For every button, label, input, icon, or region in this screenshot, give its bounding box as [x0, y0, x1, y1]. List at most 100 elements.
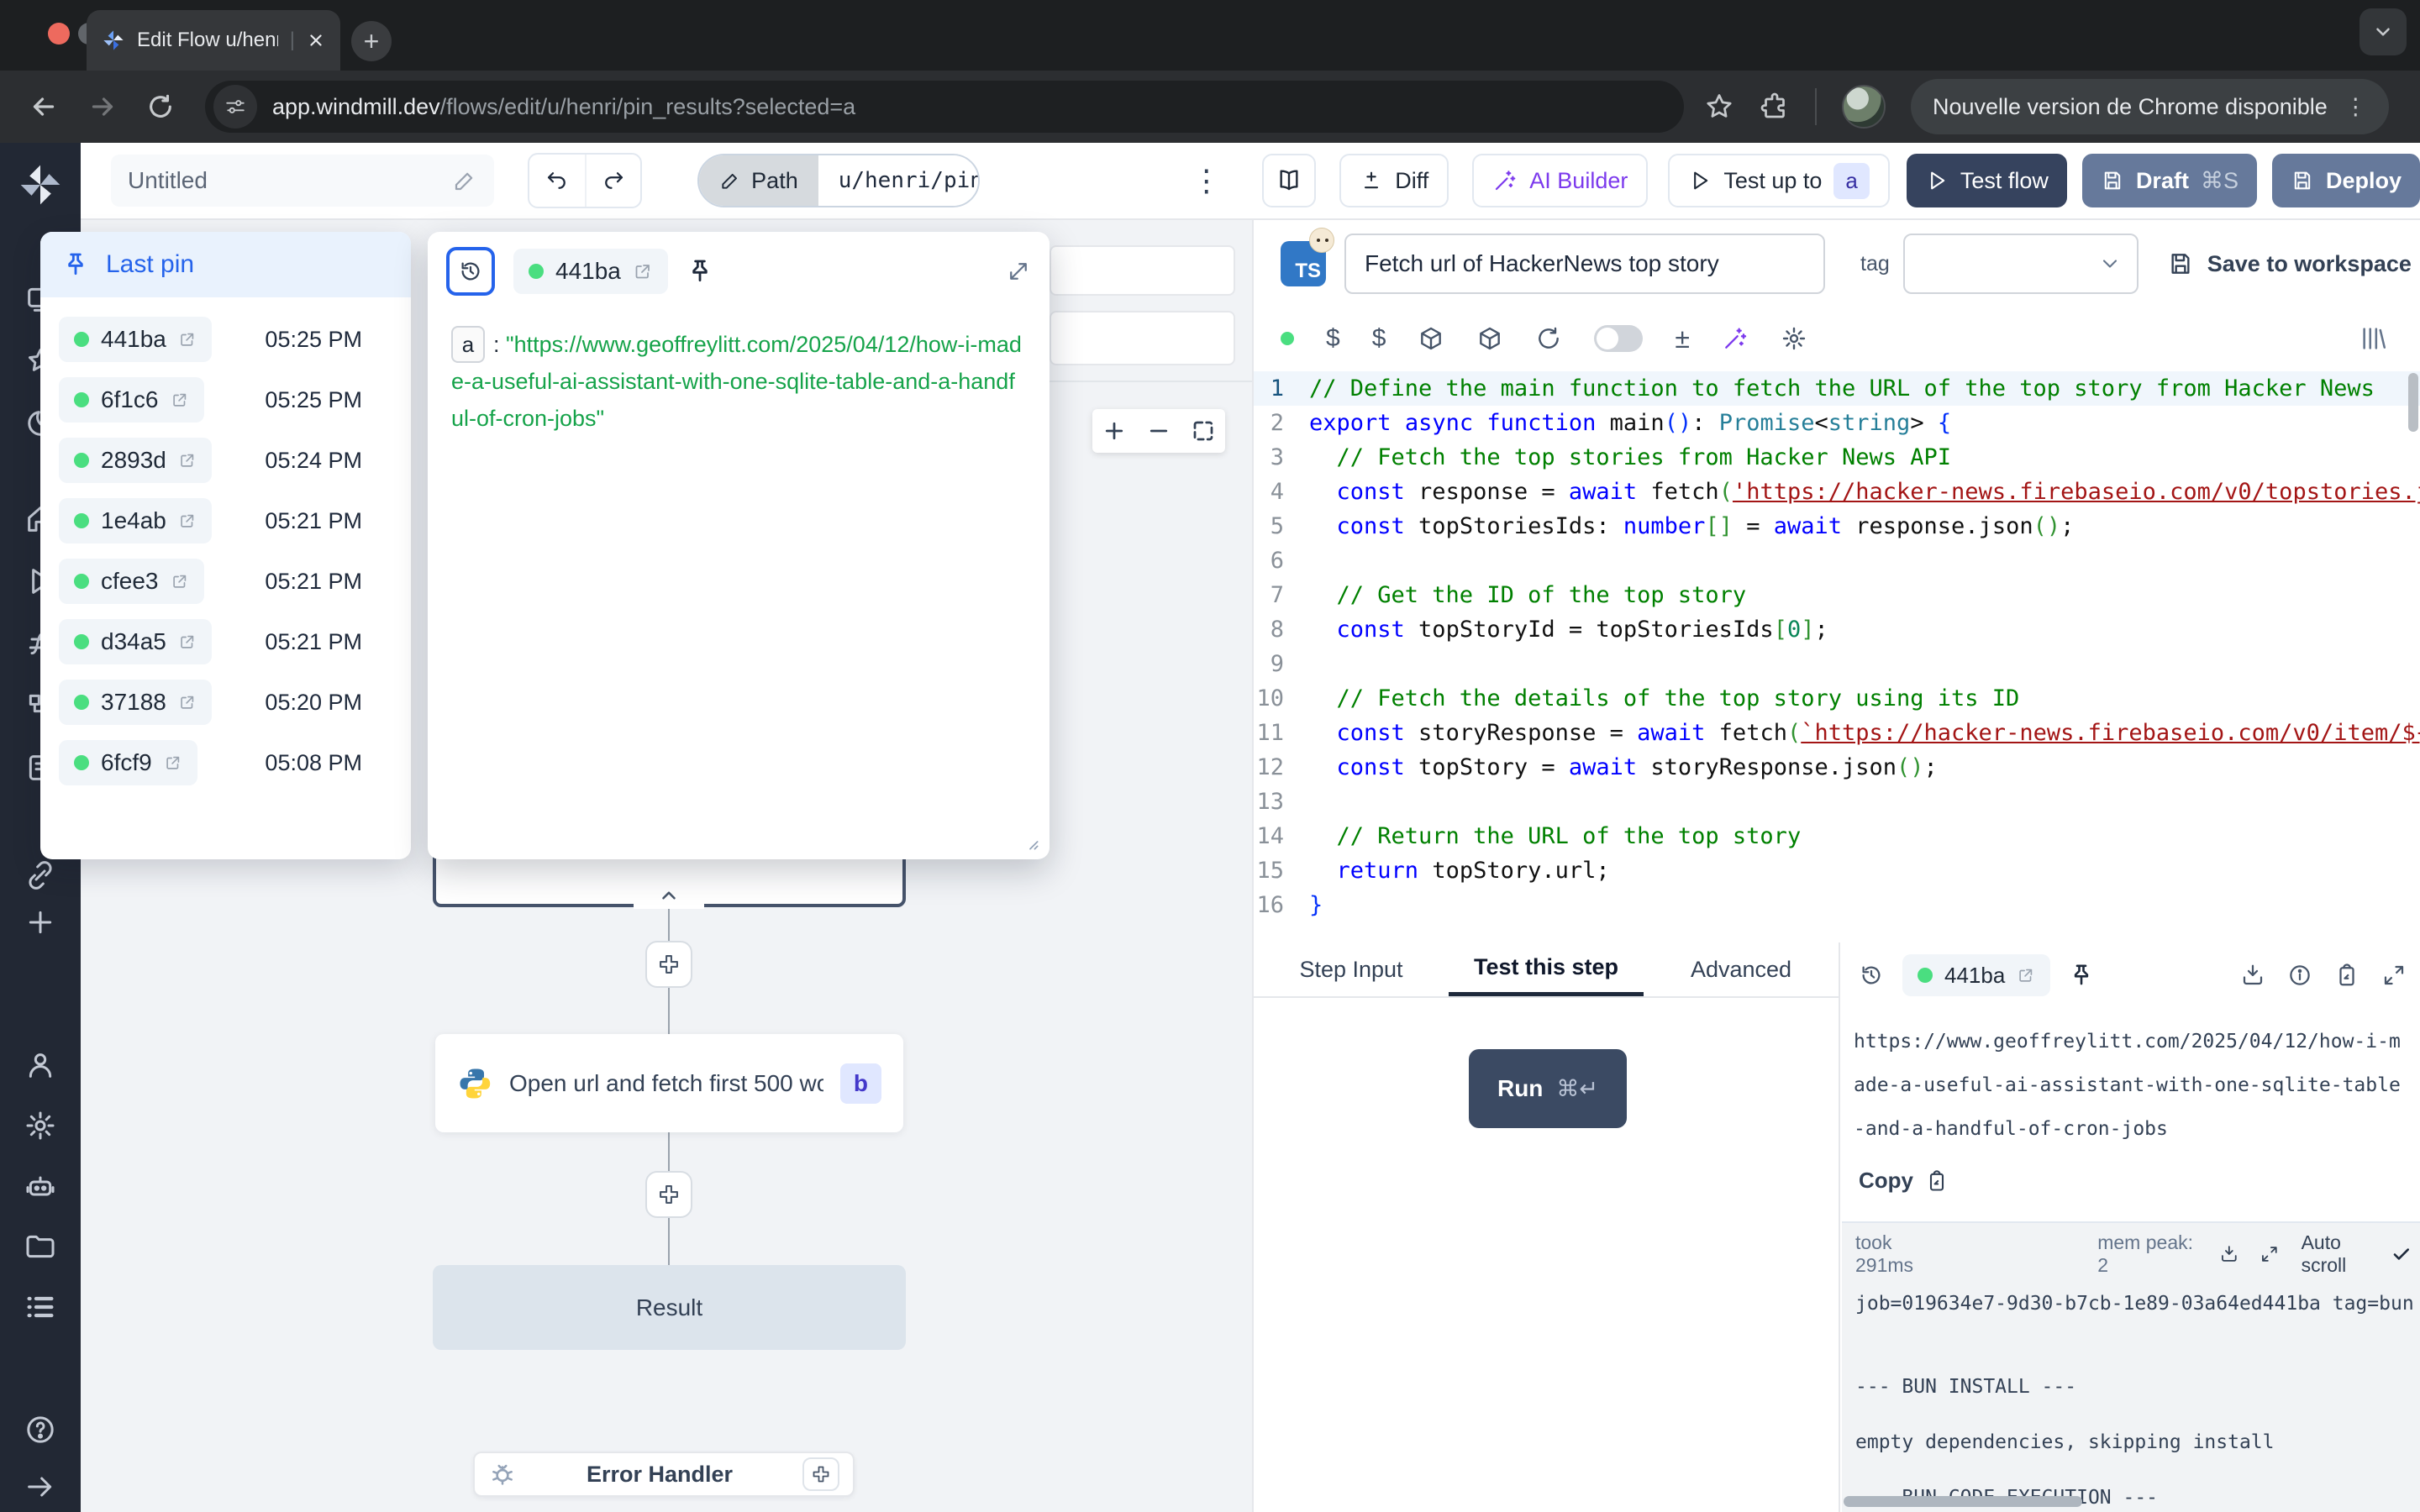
- collapse-node-button[interactable]: [634, 882, 704, 909]
- address-bar[interactable]: app.windmill.dev/flows/edit/u/henri/pin_…: [205, 81, 1684, 133]
- gear-icon[interactable]: [24, 1109, 57, 1142]
- pin-id-chip[interactable]: 441ba: [59, 317, 212, 362]
- library-icon[interactable]: [2360, 324, 2388, 353]
- pin-row[interactable]: d34a5 05:21 PM: [59, 612, 392, 672]
- clipboard-icon[interactable]: [2334, 963, 2360, 988]
- external-link-icon[interactable]: [178, 512, 197, 530]
- tab-test-this-step[interactable]: Test this step: [1449, 942, 1644, 996]
- download-icon[interactable]: [2240, 963, 2265, 988]
- user-icon[interactable]: [24, 1048, 57, 1082]
- pin-id-chip[interactable]: cfee3: [59, 559, 204, 604]
- save-to-workspace-button[interactable]: Save to workspace: [2167, 250, 2412, 277]
- deploy-button[interactable]: Deploy: [2272, 154, 2420, 207]
- pin-row[interactable]: 6fcf9 05:08 PM: [59, 732, 392, 793]
- pin-id-chip[interactable]: 37188: [59, 680, 212, 725]
- more-options-button[interactable]: ⋮: [1192, 165, 1222, 196]
- path-button[interactable]: Path u/henri/pin: [697, 154, 980, 207]
- browser-menu-icon[interactable]: ⋮: [2344, 94, 2367, 120]
- pin-id-chip[interactable]: 6f1c6: [59, 377, 204, 423]
- code-line[interactable]: 1 // Define the main function to fetch t…: [1254, 371, 2420, 406]
- extensions-icon[interactable]: [1760, 92, 1790, 122]
- resize-handle[interactable]: [1019, 831, 1041, 853]
- robot-icon[interactable]: [24, 1169, 57, 1203]
- tab-search-button[interactable]: [2360, 8, 2407, 55]
- profile-avatar[interactable]: [1842, 85, 1886, 129]
- code-line[interactable]: 15 return topStory.url;: [1254, 853, 2420, 888]
- tab-step-input[interactable]: Step Input: [1254, 942, 1449, 996]
- insert-step-button[interactable]: [645, 941, 692, 988]
- new-tab-button[interactable]: +: [351, 21, 392, 61]
- test-flow-button[interactable]: Test flow: [1907, 154, 2067, 207]
- pin-icon[interactable]: [687, 258, 713, 285]
- chrome-update-button[interactable]: Nouvelle version de Chrome disponible ⋮: [1911, 79, 2389, 134]
- pin-id-chip[interactable]: d34a5: [59, 619, 212, 664]
- windmill-logo[interactable]: [17, 161, 64, 208]
- pin-id-chip[interactable]: 2893d: [59, 438, 212, 483]
- reload-icon[interactable]: [146, 92, 175, 121]
- code-line[interactable]: 9: [1254, 647, 2420, 681]
- help-icon[interactable]: [24, 1413, 57, 1446]
- info-icon[interactable]: [2287, 963, 2312, 988]
- flow-name-input[interactable]: Untitled: [111, 155, 494, 207]
- external-link-icon[interactable]: [171, 391, 189, 409]
- external-link-icon[interactable]: [171, 572, 189, 591]
- link-icon[interactable]: [24, 858, 57, 892]
- run-id-chip[interactable]: 441ba: [1902, 954, 2050, 996]
- site-settings-icon[interactable]: [213, 85, 257, 129]
- external-link-icon[interactable]: [164, 753, 182, 772]
- code-line[interactable]: 6: [1254, 543, 2420, 578]
- tab-close-icon[interactable]: [307, 31, 325, 50]
- code-line[interactable]: 2 export async function main(): Promise<…: [1254, 406, 2420, 440]
- resources-icon[interactable]: $: [1372, 324, 1386, 353]
- external-link-icon[interactable]: [178, 633, 197, 651]
- test-up-to-button[interactable]: Test up to a: [1668, 154, 1890, 207]
- external-link-icon[interactable]: [178, 330, 197, 349]
- package-icon[interactable]: [1476, 325, 1503, 352]
- code-editor[interactable]: 1 // Define the main function to fetch t…: [1254, 371, 2420, 941]
- log-output[interactable]: job=019634e7-9d30-b7cb-1e89-03a64ed441ba…: [1855, 1290, 2420, 1512]
- expand-icon[interactable]: [1006, 259, 1031, 284]
- result-node[interactable]: Result: [433, 1265, 906, 1350]
- code-line[interactable]: 7 // Get the ID of the top story: [1254, 578, 2420, 612]
- auto-scroll-check-icon[interactable]: [2391, 1243, 2412, 1265]
- external-link-icon[interactable]: [2017, 966, 2035, 984]
- traffic-light-close[interactable]: [48, 23, 70, 45]
- redo-button[interactable]: [585, 155, 640, 207]
- list-icon[interactable]: [24, 1290, 57, 1324]
- pin-icon[interactable]: [2069, 963, 2094, 988]
- gear-icon[interactable]: [1781, 325, 1807, 352]
- pin-row[interactable]: 441ba 05:25 PM: [59, 309, 392, 370]
- diff-button[interactable]: Diff: [1339, 154, 1449, 207]
- download-logs-icon[interactable]: [2219, 1243, 2239, 1265]
- code-line[interactable]: 14 // Return the URL of the top story: [1254, 819, 2420, 853]
- insert-step-button[interactable]: [645, 1171, 692, 1218]
- collapse-sidebar-icon[interactable]: [24, 1470, 57, 1504]
- pin-row[interactable]: 2893d 05:24 PM: [59, 430, 392, 491]
- zoom-in-icon[interactable]: [1102, 418, 1127, 444]
- external-link-icon[interactable]: [178, 693, 197, 711]
- code-line[interactable]: 8 const topStoryId = topStoriesIds[0];: [1254, 612, 2420, 647]
- code-line[interactable]: 10 // Fetch the details of the top story…: [1254, 681, 2420, 716]
- log-horizontal-scrollbar[interactable]: [1844, 1496, 2082, 1507]
- draft-button[interactable]: Draft ⌘S: [2082, 154, 2257, 207]
- diff-mode-icon[interactable]: ±: [1675, 323, 1690, 354]
- browser-tab[interactable]: Edit Flow u/henri/pin_results |: [87, 10, 340, 71]
- tab-advanced[interactable]: Advanced: [1644, 942, 1839, 996]
- code-line[interactable]: 16 }: [1254, 888, 2420, 922]
- add-icon[interactable]: [24, 906, 57, 939]
- forward-icon[interactable]: [87, 92, 118, 122]
- add-error-handler-button[interactable]: [802, 1457, 839, 1491]
- history-icon[interactable]: [1859, 963, 1884, 988]
- docs-button[interactable]: [1262, 154, 1317, 207]
- code-line[interactable]: 5 const topStoriesIds: number[] = await …: [1254, 509, 2420, 543]
- editor-scrollbar[interactable]: [2408, 373, 2418, 432]
- toggle-switch[interactable]: [1594, 325, 1643, 352]
- ai-assist-icon[interactable]: [1722, 325, 1749, 352]
- external-link-icon[interactable]: [633, 261, 653, 281]
- fit-view-icon[interactable]: [1191, 418, 1216, 444]
- ai-builder-button[interactable]: AI Builder: [1472, 154, 1648, 207]
- code-line[interactable]: 4 const response = await fetch('https://…: [1254, 475, 2420, 509]
- maximize-logs-icon[interactable]: [2260, 1243, 2280, 1265]
- pin-row[interactable]: 1e4ab 05:21 PM: [59, 491, 392, 551]
- pin-id-chip[interactable]: 6fcf9: [59, 740, 197, 785]
